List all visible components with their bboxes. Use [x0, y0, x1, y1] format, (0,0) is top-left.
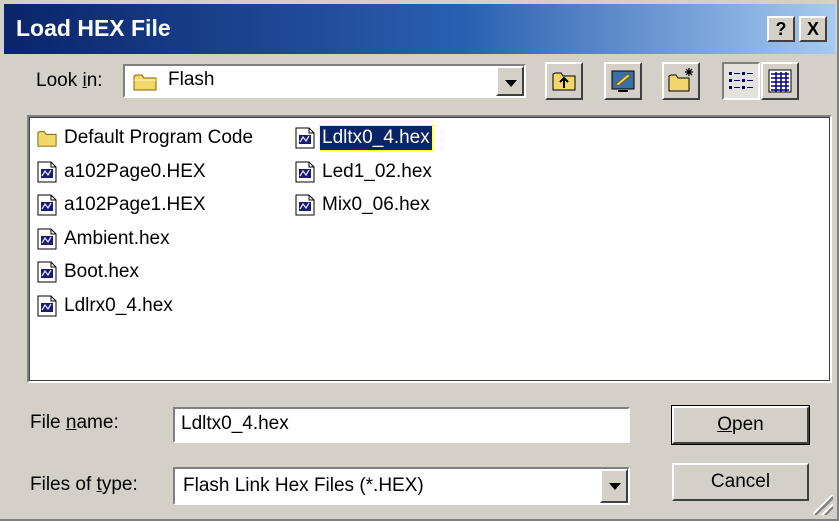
resize-grip[interactable]: [813, 495, 833, 515]
hex-file-icon: [37, 295, 57, 316]
look-in-dropdown-button[interactable]: [496, 66, 524, 96]
file-item[interactable]: a102Page1.HEX: [37, 190, 208, 220]
hex-file-icon: [295, 127, 315, 149]
up-one-level-button[interactable]: [545, 62, 583, 100]
desktop-icon: [611, 70, 635, 92]
window-title: Load HEX File: [16, 15, 171, 41]
open-button[interactable]: Open: [671, 405, 810, 445]
create-new-folder-button[interactable]: [662, 62, 700, 100]
look-in-label: Look in:: [36, 70, 103, 91]
files-of-type-combo[interactable]: Flash Link Hex Files (*.HEX): [173, 467, 630, 505]
files-of-type-label: Files of type:: [30, 474, 138, 495]
title-bar[interactable]: Load HEX File ? X: [4, 4, 835, 54]
files-of-type-dropdown-button[interactable]: [600, 469, 628, 503]
file-item[interactable]: Ldlrx0_4.hex: [37, 291, 175, 321]
up-folder-icon: [552, 72, 576, 91]
load-hex-file-dialog: Load HEX File ? X Look in: Flash Default…: [0, 0, 839, 521]
look-in-combo[interactable]: Flash: [123, 64, 526, 98]
hex-file-icon: [37, 228, 57, 249]
hex-file-icon: [37, 194, 57, 216]
file-item-label: Ambient.hex: [64, 227, 170, 249]
hex-file-icon: [295, 161, 315, 182]
file-item-label: Default Program Code: [64, 127, 254, 148]
file-item-label: Led1_02.hex: [322, 160, 432, 182]
details-view-button[interactable]: [761, 62, 799, 100]
list-view-button[interactable]: [722, 62, 760, 100]
details-view-icon: [768, 69, 792, 93]
file-name-input[interactable]: Ldltx0_4.hex: [173, 407, 630, 443]
file-item-label: Ldltx0_4.hex: [319, 125, 433, 151]
help-button[interactable]: ?: [767, 16, 795, 42]
file-item[interactable]: Ldltx0_4.hex: [295, 123, 433, 153]
file-item-label: Boot.hex: [64, 261, 139, 282]
file-item[interactable]: Boot.hex: [37, 257, 141, 287]
files-of-type-value: Flash Link Hex Files (*.HEX): [183, 475, 424, 496]
cancel-button[interactable]: Cancel: [672, 463, 809, 501]
hex-file-icon: [37, 161, 57, 182]
file-item-label: Mix0_06.hex: [322, 194, 430, 215]
look-in-value: Flash: [168, 69, 215, 90]
file-item-label: a102Page0.HEX: [64, 160, 206, 182]
file-item[interactable]: Mix0_06.hex: [295, 190, 432, 220]
folder-item[interactable]: Default Program Code: [37, 123, 255, 153]
folder-icon: [133, 74, 157, 91]
file-name-label: File name:: [30, 412, 119, 433]
file-item[interactable]: Led1_02.hex: [295, 157, 434, 187]
file-item[interactable]: a102Page0.HEX: [37, 157, 208, 187]
new-folder-icon: [668, 68, 693, 92]
hex-file-icon: [37, 261, 57, 283]
file-item[interactable]: Ambient.hex: [37, 224, 172, 254]
list-view-icon: [729, 72, 753, 89]
folder-icon: [37, 131, 57, 147]
hex-file-icon: [295, 194, 315, 216]
file-list[interactable]: Default Program Code a102Page0.HEX a102Pag…: [27, 115, 832, 383]
file-item-label: Ldlrx0_4.hex: [64, 294, 173, 316]
desktop-button[interactable]: [604, 62, 642, 100]
file-item-label: a102Page1.HEX: [64, 194, 206, 215]
close-button[interactable]: X: [799, 16, 827, 42]
